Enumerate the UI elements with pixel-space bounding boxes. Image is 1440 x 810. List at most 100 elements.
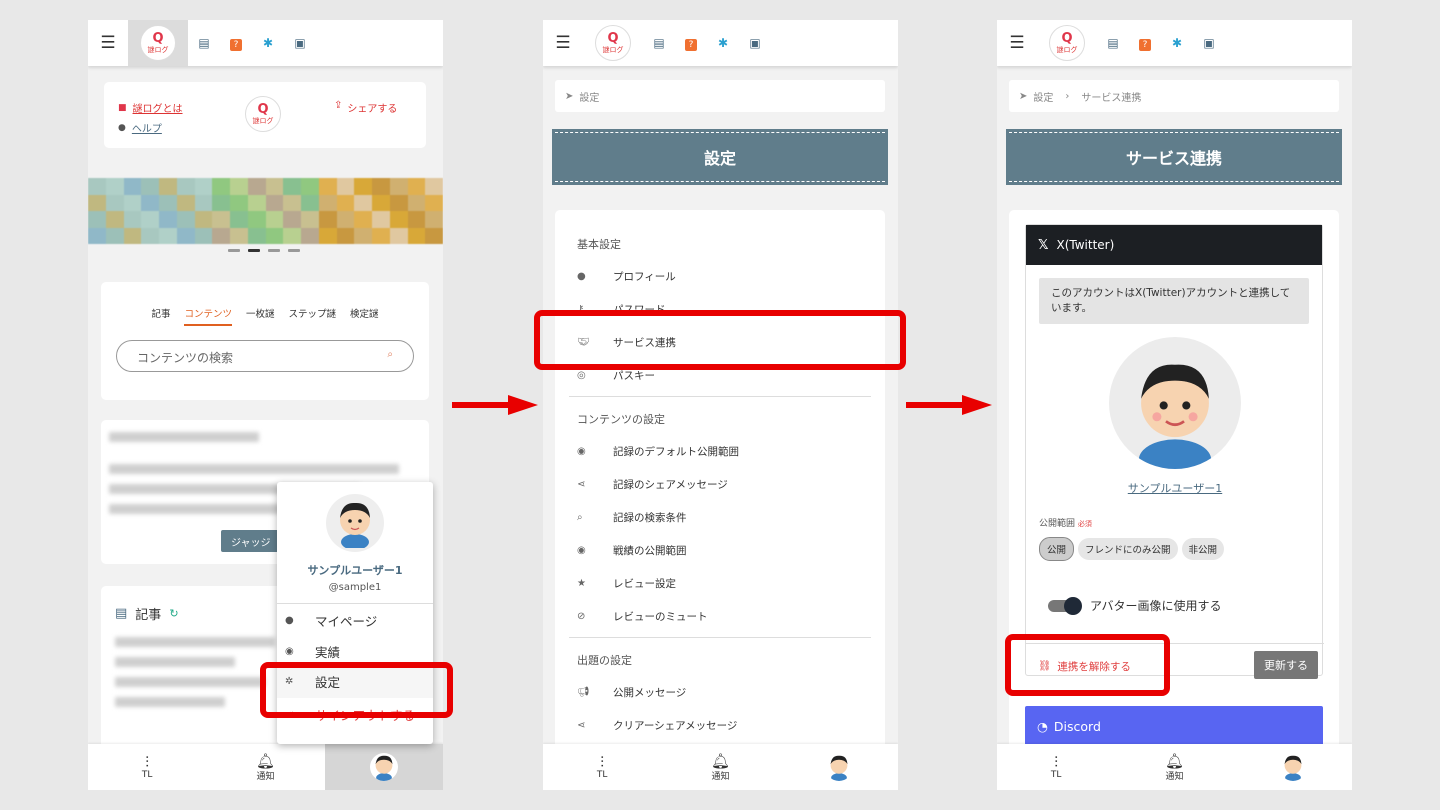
menu-icon[interactable]: ☰ xyxy=(997,33,1037,53)
question-icon[interactable]: ? xyxy=(220,36,252,51)
settings-item-review-mute[interactable]: ⊘ レビューのミュート xyxy=(555,600,885,633)
breadcrumb: ➤ 設定 xyxy=(555,80,885,112)
breadcrumb: ➤ 設定 › サービス連携 xyxy=(1009,80,1339,112)
update-button[interactable]: 更新する xyxy=(1254,651,1318,679)
share-icon: ⇪ xyxy=(334,100,343,111)
highlight-service-link xyxy=(534,310,906,370)
logo-button[interactable]: Q 謎ログ xyxy=(583,20,643,66)
search-input[interactable]: コンテンツの検索 ⌕ xyxy=(116,340,414,372)
bulb-icon[interactable]: ✱ xyxy=(1161,36,1193,50)
panel-settings: ☰ Q 謎ログ ▤ ? ✱ ▣ ➤ 設定 設定 基本設定 ● プロフィール ⚷ パスワー… xyxy=(543,20,898,790)
option-public[interactable]: 公開 xyxy=(1039,537,1075,561)
question-icon[interactable]: ? xyxy=(1129,36,1161,51)
star-icon: ★ xyxy=(577,578,586,589)
articles-title: 記事 xyxy=(135,608,162,623)
settings-item-record-visibility[interactable]: ◉ 戦績の公開範囲 xyxy=(555,534,885,567)
menu-icon[interactable]: ☰ xyxy=(543,33,583,53)
twitter-username-link[interactable]: サンプルユーザー1 xyxy=(1026,480,1324,496)
eye-icon: ◉ xyxy=(577,446,586,457)
nav-timeline[interactable]: ⫶ TL xyxy=(543,744,661,790)
settings-item-review[interactable]: ★ レビュー設定 xyxy=(555,567,885,600)
eye-icon: ◉ xyxy=(285,645,294,657)
option-friends[interactable]: フレンドにのみ公開 xyxy=(1078,538,1178,560)
nav-timeline[interactable]: ⫶ TL xyxy=(997,744,1115,790)
twitter-card-header: 𝕏 X(Twitter) xyxy=(1026,225,1322,265)
question-icon[interactable]: ? xyxy=(675,36,707,51)
tab-step-puzzle[interactable]: ステップ謎 xyxy=(289,306,337,326)
tab-contents[interactable]: コンテンツ xyxy=(184,306,232,326)
menu-icon[interactable]: ☰ xyxy=(88,33,128,53)
avatar-small xyxy=(1278,753,1307,781)
book-icon[interactable]: ▤ xyxy=(643,36,675,50)
about-icon: ■ xyxy=(118,102,127,113)
newspaper-icon: ▤ xyxy=(115,606,128,621)
toolbox-icon[interactable]: ▣ xyxy=(739,36,771,50)
nav-notify[interactable]: 🔔︎ 通知 xyxy=(661,744,779,790)
chevron-right-icon: › xyxy=(1065,90,1070,102)
logo-button[interactable]: Q 謎ログ xyxy=(1037,20,1097,66)
x-logo-icon: 𝕏 xyxy=(1038,237,1049,253)
toolbox-icon[interactable]: ▣ xyxy=(1193,36,1225,50)
timeline-icon: ⫶ xyxy=(1054,753,1059,771)
timeline-icon: ⫶ xyxy=(145,753,150,771)
nav-account[interactable] xyxy=(1234,744,1352,790)
share-nodes-icon: ⋖ xyxy=(577,479,586,490)
visibility-label: 公開範囲 必須 xyxy=(1039,519,1092,529)
tab-articles[interactable]: 記事 xyxy=(151,306,170,326)
about-link[interactable]: 謎ログとは xyxy=(133,100,183,115)
logo-icon: Q 謎ログ xyxy=(1049,25,1085,61)
refresh-icon[interactable]: ↻ xyxy=(169,607,178,620)
menu-item-achievements[interactable]: ◉ 実績 xyxy=(277,637,433,665)
page-title: サービス連携 xyxy=(1006,129,1342,185)
tab-exam-puzzle[interactable]: 検定謎 xyxy=(350,306,379,326)
settings-item-share-message[interactable]: ⋖ 記録のシェアメッセージ xyxy=(555,468,885,501)
tab-single-puzzle[interactable]: 一枚謎 xyxy=(246,306,275,326)
option-private[interactable]: 非公開 xyxy=(1181,538,1225,560)
banner-carousel[interactable] xyxy=(88,178,443,244)
menu-item-mypage[interactable]: ● マイページ xyxy=(277,604,433,637)
avatar xyxy=(1109,337,1241,469)
book-icon[interactable]: ▤ xyxy=(1097,36,1129,50)
highlight-settings xyxy=(260,662,453,718)
eye-icon: ◉ xyxy=(577,545,586,556)
help-icon: ● xyxy=(118,122,126,133)
nav-notify[interactable]: 🔔︎ 通知 xyxy=(206,744,324,790)
share-button[interactable]: ⇪ シェアする xyxy=(334,100,397,115)
bell-icon: 🔔︎ xyxy=(1164,751,1185,770)
bell-icon: 🔔︎ xyxy=(710,751,731,770)
settings-item-public-message[interactable]: 📢︎ 公開メッセージ xyxy=(555,676,885,709)
info-card: ■ 謎ログとは ● ヘルプ Q 謎ログ ⇪ シェアする xyxy=(104,82,426,148)
section-content: コンテンツの設定 xyxy=(577,413,665,426)
toolbox-icon[interactable]: ▣ xyxy=(284,36,316,50)
discord-card-header[interactable]: ◔ Discord xyxy=(1025,706,1323,746)
user-circle-icon: ● xyxy=(577,271,586,282)
app-header: ☰ Q 謎ログ ▤ ? ✱ ▣ xyxy=(997,20,1352,66)
help-link[interactable]: ヘルプ xyxy=(132,120,162,135)
nav-notify[interactable]: 🔔︎ 通知 xyxy=(1115,744,1233,790)
settings-item-search-conditions[interactable]: ⌕ 記録の検索条件 xyxy=(555,501,885,534)
required-badge: 必須 xyxy=(1077,520,1092,528)
logo-icon: Q 謎ログ xyxy=(595,25,631,61)
section-basic: 基本設定 xyxy=(577,238,621,251)
avatar-toggle[interactable] xyxy=(1048,596,1082,615)
menu-username: サンプルユーザー1 xyxy=(307,564,403,577)
bottom-nav: ⫶ TL 🔔︎ 通知 xyxy=(88,744,443,790)
nav-timeline[interactable]: ⫶ TL xyxy=(88,744,206,790)
highlight-unlink xyxy=(1005,634,1170,696)
carousel-dots[interactable] xyxy=(228,249,300,252)
bulb-icon[interactable]: ✱ xyxy=(707,36,739,50)
nav-account[interactable] xyxy=(324,744,443,790)
settings-item-clear-share[interactable]: ⋖ クリアーシェアメッセージ xyxy=(555,709,885,742)
megaphone-icon: 📢︎ xyxy=(577,687,590,698)
share-nodes-icon: ⋖ xyxy=(577,720,586,731)
bulb-icon[interactable]: ✱ xyxy=(252,36,284,50)
logo-button[interactable]: Q 謎ログ xyxy=(128,20,188,66)
search-icon: ⌕ xyxy=(387,349,393,360)
settings-item-profile[interactable]: ● プロフィール xyxy=(555,260,885,293)
discord-logo-icon: ◔ xyxy=(1037,718,1048,734)
section-publish: 出題の設定 xyxy=(577,654,632,667)
logo-icon: Q 謎ログ xyxy=(140,25,176,61)
settings-item-default-visibility[interactable]: ◉ 記録のデフォルト公開範囲 xyxy=(555,435,885,468)
nav-account[interactable] xyxy=(780,744,898,790)
book-icon[interactable]: ▤ xyxy=(188,36,220,50)
